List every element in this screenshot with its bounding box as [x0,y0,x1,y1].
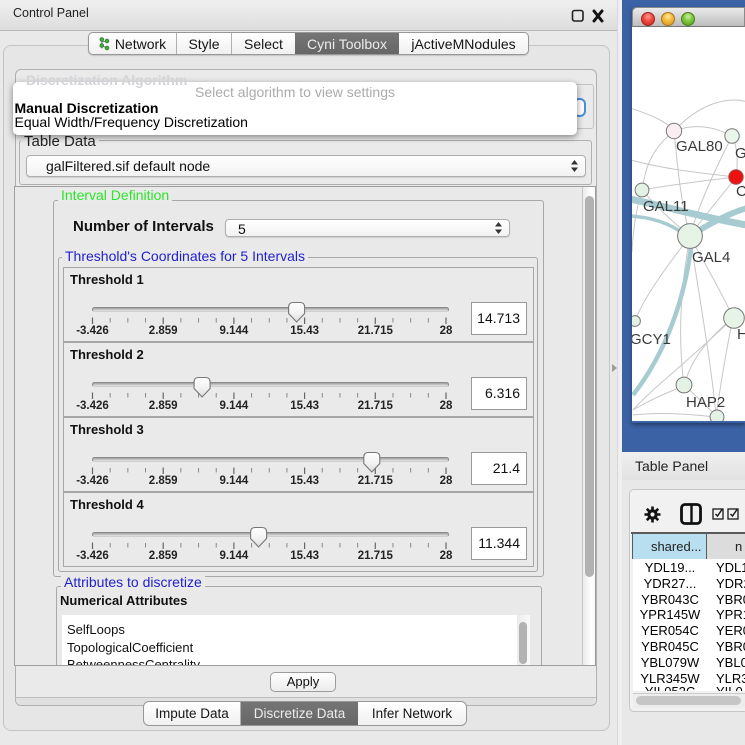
svg-text:GAL80: GAL80 [676,138,723,155]
svg-text:C: C [736,183,745,200]
svg-text:GA: GA [735,145,745,162]
svg-text:GAL4: GAL4 [692,249,730,266]
svg-text:GAL11: GAL11 [643,198,689,215]
svg-text:GCY1: GCY1 [632,331,671,348]
svg-text:HAP2: HAP2 [686,394,725,411]
svg-text:H: H [737,326,745,343]
